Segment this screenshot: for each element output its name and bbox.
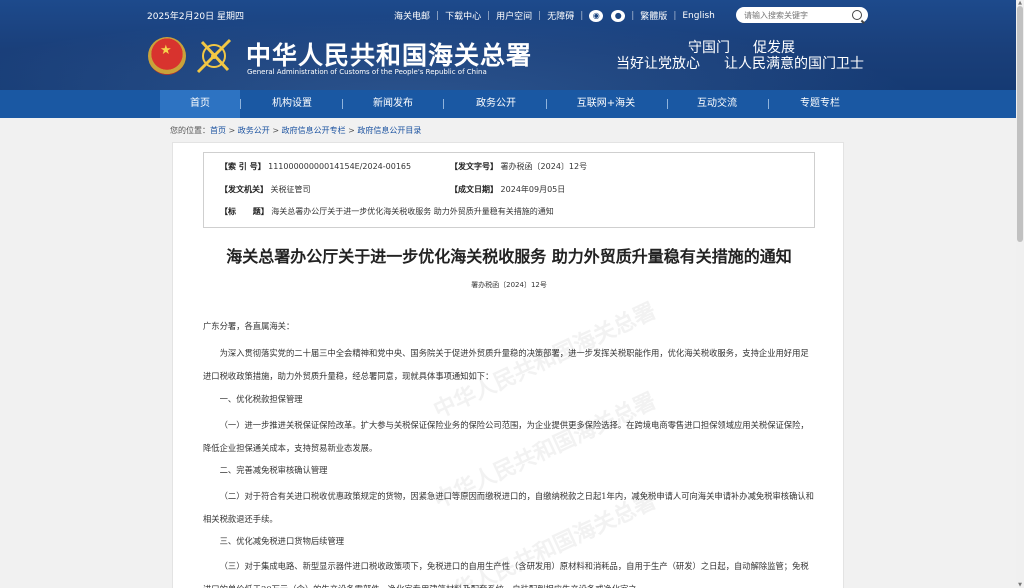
document-number: 署办税函〔2024〕12号 — [471, 281, 547, 289]
meta-date-label: 【成文日期】 — [450, 185, 498, 194]
salutation: 广东分署，各直属海关： — [203, 321, 295, 331]
breadcrumb-info-column[interactable]: 政府信息公开专栏 — [282, 126, 346, 135]
breadcrumb-prefix: 您的位置： — [170, 126, 210, 135]
meta-org-value: 关税征管司 — [270, 185, 311, 194]
meta-index-label: 【索 引 号】 — [220, 162, 266, 171]
top-links: 海关电邮 | 下载中心 | 用户空间 | 无障碍 | ◉ ● | 繁體版 | E… — [390, 9, 719, 22]
divider: | — [631, 10, 635, 21]
meta-docno-value: 署办税函〔2024〕12号 — [500, 162, 588, 171]
scroll-down-arrow-icon[interactable]: ▼ — [1016, 582, 1024, 588]
nav-divider — [240, 99, 241, 109]
document-title: 海关总署办公厅关于进一步优化海关税收服务 助力外贸质升量稳有关措施的通知 — [226, 247, 792, 266]
meta-date: 【成文日期】 2024年09月05日 — [450, 184, 565, 195]
meta-docno: 【发文字号】 署办税函〔2024〕12号 — [450, 161, 587, 172]
slogan-line2-b: 让人民满意的国门卫士 — [724, 56, 864, 72]
section-heading-3: 三、优化减免税进口货物后续管理 — [219, 536, 345, 546]
article-card: 中华人民共和国海关总署 中华人民共和国海关总署 中华人民共和国海关总署 【索 引… — [172, 142, 844, 588]
divider: | — [673, 10, 677, 21]
breadcrumb: 您的位置：首页 > 政务公开 > 政府信息公开专栏 > 政府信息公开目录 — [170, 126, 422, 135]
nav-organization[interactable]: 机构设置 — [252, 90, 332, 118]
nav-interaction[interactable]: 互动交流 — [677, 90, 757, 118]
link-traditional-chinese[interactable]: 繁體版 — [636, 9, 671, 22]
divider: | — [538, 10, 542, 21]
main-navigation: 首页 机构设置 新闻发布 政务公开 互联网+海关 互动交流 专题专栏 — [0, 90, 1016, 118]
site-title-english: General Administration of Customs of the… — [247, 68, 487, 76]
meta-org: 【发文机关】 关税征管司 — [220, 184, 311, 195]
divider: | — [436, 10, 440, 21]
meta-date-value: 2024年09月05日 — [500, 185, 566, 194]
meta-index: 【索 引 号】 11100000000014154E/2024-00165 — [220, 161, 411, 172]
divider: | — [487, 10, 491, 21]
nav-divider — [342, 99, 343, 109]
nav-special-topics[interactable]: 专题专栏 — [780, 90, 860, 118]
link-customs-email[interactable]: 海关电邮 — [390, 9, 434, 22]
breadcrumb-info-catalog[interactable]: 政府信息公开目录 — [357, 126, 421, 135]
scrollbar-thumb[interactable] — [1017, 6, 1023, 242]
site-header: 2025年2月20日 星期四 海关电邮 | 下载中心 | 用户空间 | 无障碍 … — [0, 0, 1016, 90]
section-heading-1: 一、优化税款担保管理 — [219, 394, 303, 404]
paragraph-3: （三）对于集成电路、新型显示器件进口税收政策项下，免税进口的自用生产性（含研发用… — [203, 561, 809, 588]
breadcrumb-government-affairs[interactable]: 政务公开 — [238, 126, 270, 135]
slogan-line2-a: 当好让党放心 — [616, 56, 700, 72]
page-scrollbar[interactable]: ▲ ▼ — [1016, 0, 1024, 588]
link-user-space[interactable]: 用户空间 — [492, 9, 536, 22]
weibo-icon[interactable]: ◉ — [589, 9, 604, 22]
top-bar: 2025年2月20日 星期四 海关电邮 | 下载中心 | 用户空间 | 无障碍 … — [0, 0, 1016, 30]
nav-internet-customs[interactable]: 互联网+海关 — [566, 90, 646, 118]
meta-org-label: 【发文机关】 — [220, 185, 268, 194]
customs-badge-icon — [196, 38, 232, 74]
paragraph-1: （一）进一步推进关税保证保险改革。扩大参与关税保证保险业务的保险公司范围，为企业… — [203, 420, 809, 453]
nav-divider — [546, 99, 547, 109]
document-meta-table: 【索 引 号】 11100000000014154E/2024-00165 【发… — [203, 152, 815, 228]
national-emblem-icon — [148, 37, 186, 75]
meta-index-value: 11100000000014154E/2024-00165 — [268, 162, 412, 171]
link-english[interactable]: English — [678, 11, 719, 21]
nav-home[interactable]: 首页 — [160, 90, 240, 118]
wechat-icon[interactable]: ● — [611, 9, 626, 22]
meta-docno-label: 【发文字号】 — [450, 162, 498, 171]
meta-title-label: 【标 题】 — [220, 207, 269, 216]
nav-divider — [768, 99, 769, 109]
nav-news[interactable]: 新闻发布 — [353, 90, 433, 118]
meta-title: 【标 题】 海关总署办公厅关于进一步优化海关税收服务 助力外贸质升量稳有关措施的… — [220, 206, 554, 217]
paragraph-2: （二）对于符合有关进口税收优惠政策规定的货物，因紧急进口等原因而缴税进口的，自缴… — [203, 491, 814, 524]
divider: | — [580, 10, 584, 21]
nav-divider — [443, 99, 444, 109]
link-download-center[interactable]: 下载中心 — [441, 9, 485, 22]
site-title-chinese: 中华人民共和国海关总署 — [246, 41, 533, 70]
search-icon[interactable] — [852, 10, 862, 20]
nav-government-affairs[interactable]: 政务公开 — [456, 90, 536, 118]
section-heading-2: 二、完善减免税审核确认管理 — [219, 465, 328, 475]
meta-title-value: 海关总署办公厅关于进一步优化海关税收服务 助力外贸质升量稳有关措施的通知 — [271, 207, 554, 216]
nav-divider — [667, 99, 668, 109]
intro-paragraph: 为深入贯彻落实党的二十届三中全会精神和党中央、国务院关于促进外贸质升量稳的决策部… — [203, 348, 809, 381]
search-box — [736, 7, 868, 23]
current-date: 2025年2月20日 星期四 — [147, 12, 244, 22]
search-input[interactable] — [744, 9, 844, 21]
breadcrumb-home[interactable]: 首页 — [210, 126, 226, 135]
link-accessibility[interactable]: 无障碍 — [543, 9, 578, 22]
